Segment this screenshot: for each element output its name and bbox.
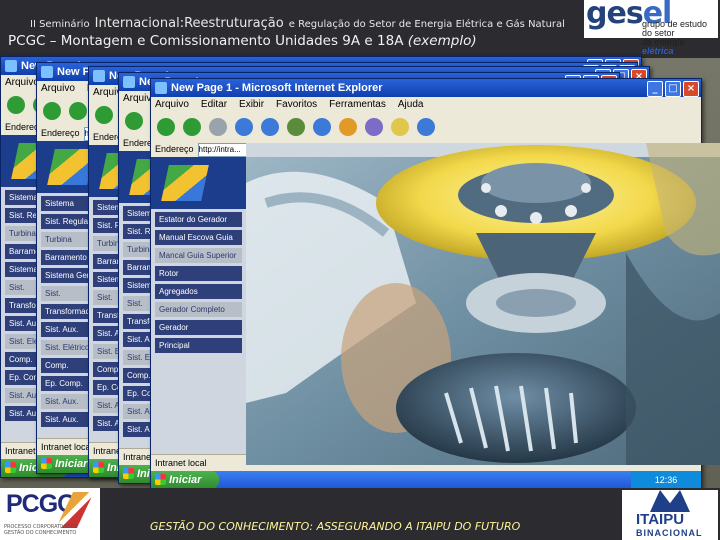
nav-link[interactable]: Mancal Guia Superior [155,248,242,263]
toolbar-button-icon[interactable] [43,102,61,120]
toolbar-button-icon[interactable] [313,118,331,136]
nav-link[interactable]: Rotor [155,266,242,281]
toolbar-button-icon[interactable] [391,118,409,136]
video-frame-generator-bearing [246,143,720,465]
toolbar [151,113,701,141]
window-title: New Page 1 - Microsoft Internet Explorer [171,82,383,94]
toolbar-button-icon[interactable] [183,118,201,136]
toolbar-button-icon[interactable] [339,118,357,136]
toolbar-button-icon[interactable] [235,118,253,136]
header-seminar-line: II Seminário Internacional:Reestruturaçã… [30,16,565,31]
itaipu-logo: ITAIPU BINACIONAL [622,490,718,540]
pcgc-logo: PCGC PROCESSO CORPORATIVO DE GESTÃO DO C… [0,488,100,540]
taskbar: Iniciar 12:36 [151,471,701,489]
maximize-icon[interactable]: □ [665,81,681,97]
menu-item[interactable]: Exibir [239,99,264,110]
address-label: Endereço [41,128,80,138]
gesel-logo: gesel grupo de estudo do setor de energia… [584,0,718,56]
toolbar-button-icon[interactable] [287,118,305,136]
window-title-bar[interactable]: New Page 1 - Microsoft Internet Explorer… [151,79,701,97]
toolbar-button-icon[interactable] [95,106,113,124]
menu-item[interactable]: Editar [201,99,227,110]
toolbar-button-icon[interactable] [125,112,143,130]
intranet-nav: Estator do Gerador Manual Escova Guia Manc… [151,209,246,455]
toolbar-button-icon[interactable] [69,102,87,120]
toolbar-button-icon[interactable] [157,118,175,136]
generator-shaft-photo [246,143,720,465]
intranet-logo [151,157,261,209]
nav-link[interactable]: Estator do Gerador [155,212,242,227]
nav-link[interactable]: Gerador [155,320,242,335]
toolbar-button-icon[interactable] [7,96,25,114]
toolbar-button-icon[interactable] [365,118,383,136]
menu-item[interactable]: Ferramentas [329,99,386,110]
system-tray-clock: 12:36 [631,471,701,489]
nav-link[interactable]: Manual Escova Guia [155,230,242,245]
minimize-icon[interactable]: _ [647,81,663,97]
nav-link[interactable]: Gerador Completo [155,302,242,317]
toolbar-button-icon[interactable] [261,118,279,136]
close-icon[interactable]: × [683,81,699,97]
menu-item[interactable]: Arquivo [5,77,39,88]
footer-tagline: GESTÃO DO CONHECIMENTO: ASSEGURANDO A IT… [150,520,521,533]
address-label: Endereço [155,144,194,154]
toolbar-button-icon[interactable] [209,118,227,136]
nav-link[interactable]: Agregados [155,284,242,299]
menu-item[interactable]: Favoritos [276,99,317,110]
menu-item[interactable]: Ajuda [398,99,424,110]
itaipu-emblem-icon [650,490,690,512]
toolbar-button-icon[interactable] [417,118,435,136]
slide-title: PCGC – Montagem e Comissionamento Unidad… [8,33,477,49]
start-button[interactable]: Iniciar [151,471,219,489]
menu-bar: Arquivo Editar Exibir Favoritos Ferramentas A… [151,97,701,113]
menu-item[interactable]: Arquivo [41,83,75,94]
menu-item[interactable]: Arquivo [155,99,189,110]
nav-link[interactable]: Principal [155,338,242,353]
